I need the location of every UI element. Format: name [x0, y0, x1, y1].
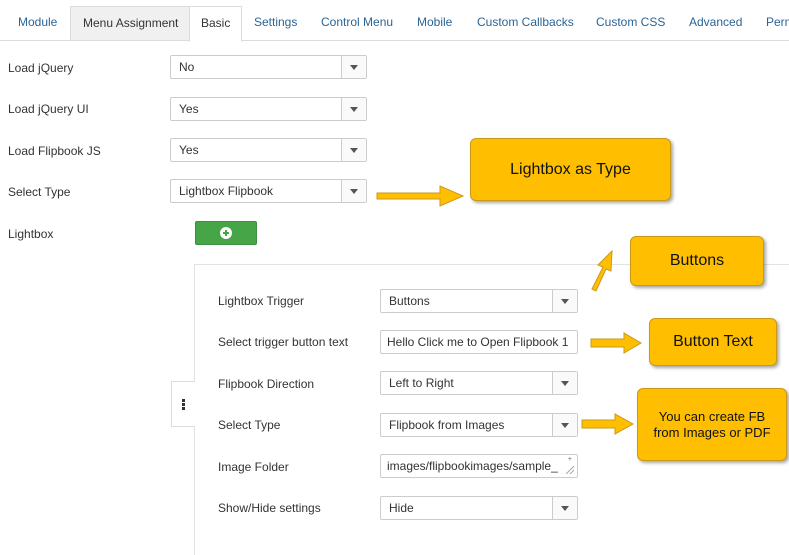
select-value: No [179, 60, 195, 74]
show-hide-settings-select[interactable]: Hide [380, 496, 578, 520]
select-value: Yes [179, 143, 199, 157]
resize-grip-icon[interactable] [566, 466, 574, 474]
spinner-icon: + [567, 456, 572, 463]
tab-settings[interactable]: Settings [254, 6, 297, 39]
caret-down-icon [341, 56, 366, 78]
load-flipbook-js-select[interactable]: Yes [170, 138, 367, 162]
tab-control-menu[interactable]: Control Menu [321, 6, 393, 39]
select-type-label: Select Type [8, 185, 71, 199]
select-value: Flipbook from Images [389, 418, 505, 432]
add-lightbox-button[interactable] [195, 221, 257, 245]
lightbox-label: Lightbox [8, 227, 54, 241]
show-hide-settings-label: Show/Hide settings [218, 501, 321, 515]
tab-bar: Module Menu Assignment Basic Settings Co… [0, 0, 789, 42]
callout-text: You can create FB from Images or PDF [653, 408, 771, 440]
select-value: Hide [389, 501, 414, 515]
trigger-button-text-label: Select trigger button text [218, 335, 349, 349]
subform-select-type-select[interactable]: Flipbook from Images [380, 413, 578, 437]
tab-custom-callbacks[interactable]: Custom Callbacks [477, 6, 574, 39]
load-jquery-label: Load jQuery [8, 61, 74, 75]
tab-permissions[interactable]: Perm [766, 6, 789, 39]
caret-down-icon [552, 290, 577, 312]
callout-text: Lightbox as Type [510, 160, 631, 178]
caret-down-icon [552, 414, 577, 436]
tab-basic[interactable]: Basic [189, 6, 243, 42]
input-value: images/flipbookimages/sample_ [387, 459, 558, 473]
callout-buttons: Buttons [630, 236, 764, 286]
trigger-button-text-input[interactable]: Hello Click me to Open Flipbook 1 [380, 330, 578, 354]
subform-select-type-label: Select Type [218, 418, 281, 432]
tab-mobile[interactable]: Mobile [417, 6, 452, 39]
load-jquery-select[interactable]: No [170, 55, 367, 79]
load-jquery-ui-select[interactable]: Yes [170, 97, 367, 121]
callout-text: Buttons [669, 252, 725, 269]
tab-module[interactable]: Module [18, 6, 57, 39]
lightbox-trigger-label: Lightbox Trigger [218, 294, 305, 308]
tab-advanced[interactable]: Advanced [689, 6, 742, 39]
caret-down-icon [341, 139, 366, 161]
lightbox-trigger-select[interactable]: Buttons [380, 289, 578, 313]
callout-lightbox-type: Lightbox as Type [470, 138, 671, 201]
image-folder-input[interactable]: images/flipbookimages/sample_ + [380, 454, 578, 478]
tab-menu-assignment[interactable]: Menu Assignment [70, 6, 192, 40]
flipbook-direction-label: Flipbook Direction [218, 377, 315, 391]
select-value: Left to Right [389, 376, 454, 390]
image-folder-label: Image Folder [218, 460, 289, 474]
caret-down-icon [552, 372, 577, 394]
arrow-lightbox-type [376, 185, 465, 207]
callout-create-fb: You can create FB from Images or PDF [637, 388, 787, 461]
callout-text: Button Text [673, 333, 753, 350]
select-value: Yes [179, 102, 199, 116]
callout-button-text: Button Text [649, 318, 777, 366]
load-jquery-ui-label: Load jQuery UI [8, 102, 89, 116]
input-value: Hello Click me to Open Flipbook 1 [387, 335, 569, 349]
tab-custom-css[interactable]: Custom CSS [596, 6, 665, 39]
plus-circle-icon [220, 227, 232, 239]
load-flipbook-js-label: Load Flipbook JS [8, 144, 101, 158]
select-value: Lightbox Flipbook [179, 184, 274, 198]
flipbook-direction-select[interactable]: Left to Right [380, 371, 578, 395]
select-type-select[interactable]: Lightbox Flipbook [170, 179, 367, 203]
caret-down-icon [341, 98, 366, 120]
select-value: Buttons [389, 294, 430, 308]
drag-handle[interactable] [171, 381, 195, 427]
caret-down-icon [341, 180, 366, 202]
caret-down-icon [552, 497, 577, 519]
drag-handle-icon [182, 399, 185, 411]
